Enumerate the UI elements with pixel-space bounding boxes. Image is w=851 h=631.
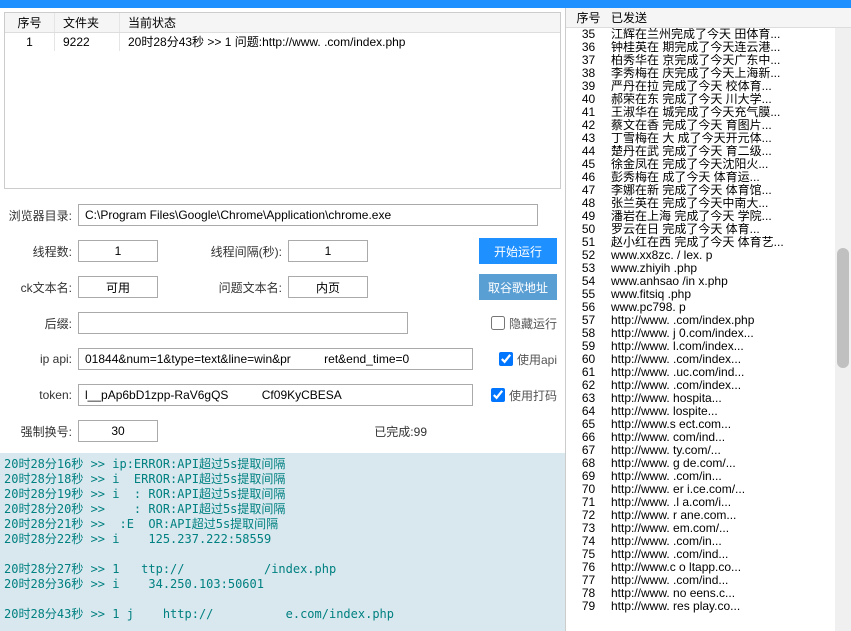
ip-api-input[interactable] [78,348,473,370]
list-item[interactable]: 47李娜在新 完成了今天 体育馆... [566,184,851,197]
list-item[interactable]: 46彭秀梅在 成了今天 体育运... [566,171,851,184]
list-item[interactable]: 45徐金凤在 完成了今天沈阳火... [566,158,851,171]
sent-list[interactable]: 35江辉在兰州完成了今天 田体育...36钟桂英在 期完成了今天连云港...37… [566,28,851,631]
ck-text-label: ck文本名: [8,279,78,296]
list-item[interactable]: 36钟桂英在 期完成了今天连云港... [566,41,851,54]
browser-dir-input[interactable] [78,204,538,226]
list-item[interactable]: 61http://www. .uc.com/ind... [566,366,851,379]
thread-count-input[interactable] [78,240,158,262]
list-item[interactable]: 65http://www.s ect.com... [566,418,851,431]
scrollbar[interactable] [835,8,851,631]
suffix-label: 后缀: [8,315,78,332]
done-text: 已完成:99 [374,423,427,440]
list-item[interactable]: 71http://www. .l a.com/i... [566,496,851,509]
hide-run-checkbox[interactable]: 隐藏运行 [491,315,557,332]
list-item[interactable]: 75http://www. .com/ind... [566,548,851,561]
col-idx: 序号 [5,13,55,32]
thread-interval-input[interactable] [288,240,368,262]
start-button[interactable]: 开始运行 [479,238,557,264]
use-api-checkbox[interactable]: 使用api [499,351,557,368]
list-item[interactable]: 55www.fitsiq .php [566,288,851,301]
list-item[interactable]: 77http://www. .com/ind... [566,574,851,587]
window-titlebar [0,0,851,8]
sent-col-txt: 已发送 [611,8,851,27]
list-item[interactable]: 43丁雪梅在 大 成了今天开元体... [566,132,851,145]
list-item[interactable]: 51赵小红在西 完成了今天 体育艺... [566,236,851,249]
token-input[interactable] [78,384,473,406]
list-item[interactable]: 73http://www. em.com/... [566,522,851,535]
question-text-label: 问题文本名: [198,279,288,296]
list-item[interactable]: 76http://www.c o ltapp.co... [566,561,851,574]
list-item[interactable]: 74http://www. .com/in... [566,535,851,548]
list-item[interactable]: 37柏秀华在 京完成了今天广东中... [566,54,851,67]
question-text-input[interactable] [288,276,368,298]
list-item[interactable]: 56www.pc798. p [566,301,851,314]
log-output: 20时28分16秒 >> ip:ERROR:API超过5s提取间隔 20时28分… [0,453,565,631]
left-status-table: 序号 文件夹 当前状态 1922220时28分43秒 >> 1 问题:http:… [4,12,561,189]
list-item[interactable]: 58http://www. j 0.com/index... [566,327,851,340]
ip-api-label: ip api: [8,352,78,366]
list-item[interactable]: 39严丹在拉 完成了今天 校体育... [566,80,851,93]
scrollbar-thumb[interactable] [837,248,849,368]
thread-interval-label: 线程间隔(秒): [198,243,288,260]
list-item[interactable]: 70http://www. er i.ce.com/... [566,483,851,496]
list-item[interactable]: 72http://www. r ane.com... [566,509,851,522]
suffix-input[interactable] [78,312,408,334]
table-row[interactable]: 1922220时28分43秒 >> 1 问题:http://www. .com/… [5,33,560,51]
force-break-label: 强制换号: [8,423,78,440]
list-item[interactable]: 40郝荣在东 完成了今天 川大学... [566,93,851,106]
browser-dir-label: 浏览器目录: [8,207,78,224]
list-item[interactable]: 63http://www. hospita... [566,392,851,405]
list-item[interactable]: 68http://www. g de.com/... [566,457,851,470]
list-item[interactable]: 53www.zhiyih .php [566,262,851,275]
token-label: token: [8,388,78,402]
list-item[interactable]: 64http://www. lospite... [566,405,851,418]
list-item[interactable]: 59http://www. l.com/index... [566,340,851,353]
list-item[interactable]: 50罗云在日 完成了今天 体育... [566,223,851,236]
col-status: 当前状态 [120,13,560,32]
list-item[interactable]: 57http://www. .com/index.php [566,314,851,327]
list-item[interactable]: 78http://www. no eens.c... [566,587,851,600]
list-item[interactable]: 48张兰英在 完成了今天中南大... [566,197,851,210]
list-item[interactable]: 42蔡文在香 完成了今天 育图片... [566,119,851,132]
list-item[interactable]: 60http://www. .com/index... [566,353,851,366]
list-item[interactable]: 44楚丹在武 完成了今天 育二级... [566,145,851,158]
thread-count-label: 线程数: [8,243,78,260]
get-google-button[interactable]: 取谷歌地址 [479,274,557,300]
list-item[interactable]: 79http://www. res play.co... [566,600,851,613]
list-item[interactable]: 66http://www. com/ind... [566,431,851,444]
ck-text-input[interactable] [78,276,158,298]
list-item[interactable]: 38李秀梅在 庆完成了今天上海新... [566,67,851,80]
sent-col-idx: 序号 [566,8,611,27]
list-item[interactable]: 49潘岩在上海 完成了今天 学院... [566,210,851,223]
list-item[interactable]: 35江辉在兰州完成了今天 田体育... [566,28,851,41]
list-item[interactable]: 62http://www. .com/index... [566,379,851,392]
list-item[interactable]: 69http://www. .com/in... [566,470,851,483]
list-item[interactable]: 52www.xx8zc. / lex. p [566,249,851,262]
use-dama-checkbox[interactable]: 使用打码 [491,387,557,404]
list-item[interactable]: 67http://www. ty.com/... [566,444,851,457]
force-break-input[interactable] [78,420,158,442]
list-item[interactable]: 41王淑华在 城完成了今天充气膜... [566,106,851,119]
list-item[interactable]: 54www.anhsao /in x.php [566,275,851,288]
col-folder: 文件夹 [55,13,120,32]
